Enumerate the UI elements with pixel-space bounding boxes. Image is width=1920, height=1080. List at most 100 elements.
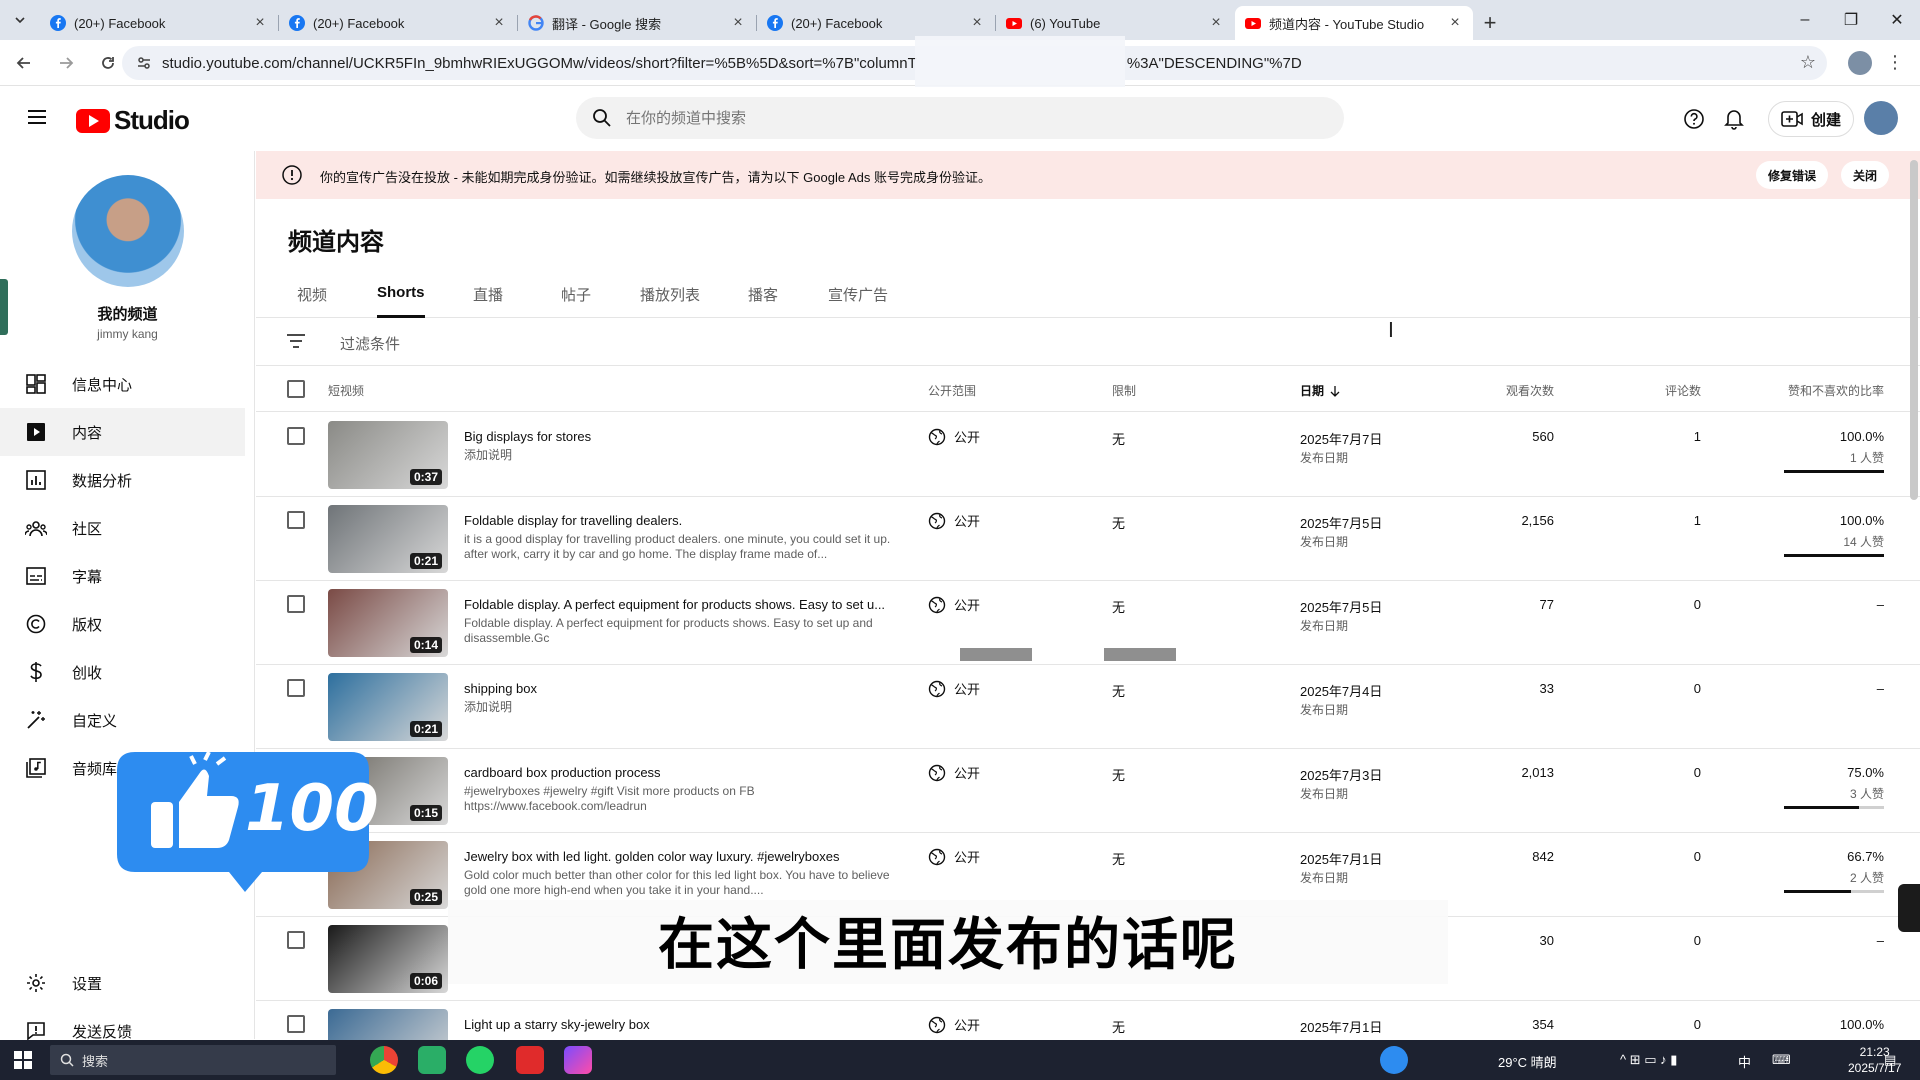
comments-cell[interactable]: 0 [1694, 597, 1701, 612]
menu-icon[interactable] [27, 109, 47, 125]
video-title[interactable]: Jewelry box with led light. golden color… [464, 849, 894, 864]
tray-icons[interactable]: ^ ⊞ ▭ ♪ ▮ [1620, 1052, 1677, 1068]
close-icon[interactable]: × [252, 14, 268, 32]
tab-posts[interactable]: 帖子 [561, 284, 591, 318]
row-checkbox[interactable] [287, 679, 305, 697]
views-cell[interactable]: 77 [1540, 597, 1554, 612]
visibility-cell[interactable]: 公开 [928, 847, 980, 866]
views-cell[interactable]: 33 [1540, 681, 1554, 696]
video-title[interactable]: Foldable display. A perfect equipment fo… [464, 597, 894, 612]
channel-avatar[interactable] [72, 175, 184, 287]
close-icon[interactable]: × [1447, 14, 1463, 32]
sidebar-item-customize[interactable]: 自定义 [0, 696, 245, 744]
video-title[interactable]: Big displays for stores [464, 429, 894, 444]
close-icon[interactable]: × [491, 14, 507, 32]
sidebar-item-subtitles[interactable]: 字幕 [0, 552, 245, 600]
table-row[interactable]: 0:37 Big displays for stores 添加说明 公开 无 2025年7… [256, 413, 1920, 497]
new-tab-button[interactable]: + [1474, 6, 1506, 40]
sidebar-item-copyright[interactable]: 版权 [0, 600, 245, 648]
table-row[interactable]: 0:15 cardboard box production process #jew… [256, 749, 1920, 833]
column-restrictions[interactable]: 限制 [1112, 382, 1136, 399]
close-window-button[interactable]: ✕ [1874, 0, 1920, 40]
ime-indicator[interactable]: 中 [1738, 1052, 1751, 1071]
editor-app-icon[interactable] [564, 1046, 592, 1074]
browser-tab[interactable]: (20+) Facebook × [757, 6, 996, 40]
scrollbar[interactable] [1910, 160, 1918, 500]
close-icon[interactable]: × [969, 14, 985, 32]
row-checkbox[interactable] [287, 1015, 305, 1033]
windows-start-icon[interactable] [14, 1051, 32, 1069]
browser-tab[interactable]: (6) YouTube × [996, 6, 1234, 40]
views-cell[interactable]: 30 [1540, 933, 1554, 948]
visibility-cell[interactable]: 公开 [928, 595, 980, 614]
row-checkbox[interactable] [287, 931, 305, 949]
tab-shorts[interactable]: Shorts [377, 284, 425, 318]
comments-cell[interactable]: 0 [1694, 933, 1701, 948]
notifications-icon[interactable] [1722, 107, 1746, 131]
tab-videos[interactable]: 视频 [297, 284, 327, 318]
channel-search[interactable] [576, 97, 1344, 139]
visibility-cell[interactable]: 公开 [928, 511, 980, 530]
tab-podcasts[interactable]: 播客 [748, 284, 778, 318]
visibility-cell[interactable]: 公开 [928, 679, 980, 698]
views-cell[interactable]: 842 [1532, 849, 1554, 864]
visibility-cell[interactable]: 公开 [928, 1015, 980, 1034]
column-comments[interactable]: 评论数 [1665, 382, 1701, 399]
video-thumbnail[interactable]: 0:06 [328, 925, 448, 993]
views-cell[interactable]: 2,156 [1521, 513, 1554, 528]
visibility-cell[interactable]: 公开 [928, 427, 980, 446]
forward-button[interactable] [48, 45, 84, 81]
account-avatar[interactable] [1864, 101, 1898, 135]
sidebar-item-earn[interactable]: 创收 [0, 648, 245, 696]
table-row[interactable]: 0:21 Foldable display for travelling deal… [256, 497, 1920, 581]
create-button[interactable]: 创建 [1768, 101, 1855, 137]
sidebar-item-dashboard[interactable]: 信息中心 [0, 360, 245, 408]
recorder-icon[interactable] [516, 1046, 544, 1074]
visibility-cell[interactable]: 公开 [928, 763, 980, 782]
comments-cell[interactable]: 0 [1694, 681, 1701, 696]
filter-bar[interactable]: 过滤条件 [256, 318, 1920, 366]
video-title[interactable]: Foldable display for travelling dealers. [464, 513, 894, 528]
comments-cell[interactable]: 0 [1694, 765, 1701, 780]
sidebar-item-community[interactable]: 社区 [0, 504, 245, 552]
keyboard-icon[interactable]: ⌨ [1772, 1052, 1791, 1068]
video-thumbnail[interactable]: 0:21 [328, 673, 448, 741]
fix-error-button[interactable]: 修复错误 [1756, 161, 1829, 189]
minimize-button[interactable]: – [1782, 0, 1828, 40]
column-visibility[interactable]: 公开范围 [928, 382, 976, 399]
column-like-ratio[interactable]: 赞和不喜欢的比率 [1788, 382, 1884, 399]
tab-playlists[interactable]: 播放列表 [640, 284, 700, 318]
views-cell[interactable]: 560 [1532, 429, 1554, 444]
select-all-checkbox[interactable] [287, 380, 305, 398]
video-title[interactable]: shipping box [464, 681, 894, 696]
video-thumbnail[interactable]: 0:14 [328, 589, 448, 657]
sidebar-item-analytics[interactable]: 数据分析 [0, 456, 245, 504]
sidebar-item-content[interactable]: 内容 [0, 408, 245, 456]
browser-tab-active[interactable]: 频道内容 - YouTube Studio × [1235, 6, 1473, 40]
table-row[interactable]: 0:21 shipping box 添加说明 公开 无 2025年7月4日 发布日期 33 0 – [256, 665, 1920, 749]
back-button[interactable] [6, 45, 42, 81]
restore-button[interactable]: ❐ [1828, 0, 1874, 40]
filter-icon[interactable] [286, 332, 306, 350]
sidebar-item-settings[interactable]: 设置 [0, 959, 245, 1007]
tab-promotions[interactable]: 宣传广告 [828, 284, 888, 318]
reload-button[interactable] [90, 45, 126, 81]
views-cell[interactable]: 2,013 [1521, 765, 1554, 780]
comments-cell[interactable]: 0 [1694, 1017, 1701, 1032]
tab-search-button[interactable] [0, 0, 40, 40]
help-icon[interactable] [1682, 107, 1706, 131]
notification-center-icon[interactable]: ▤ [1884, 1052, 1896, 1068]
more-vert-icon[interactable]: ⋮ [1886, 52, 1904, 73]
row-checkbox[interactable] [287, 511, 305, 529]
browser-tab[interactable]: 翻译 - Google 搜索 × [518, 6, 757, 40]
video-title[interactable]: cardboard box production process [464, 765, 894, 780]
browser-tab[interactable]: (20+) Facebook × [40, 6, 279, 40]
whatsapp-icon[interactable] [466, 1046, 494, 1074]
chrome-icon[interactable] [370, 1046, 398, 1074]
search-input[interactable] [626, 109, 1226, 127]
comments-cell[interactable]: 1 [1694, 513, 1701, 528]
close-icon[interactable]: × [730, 14, 746, 32]
close-banner-button[interactable]: 关闭 [1841, 161, 1890, 189]
video-thumbnail[interactable]: 0:21 [328, 505, 448, 573]
studio-logo[interactable]: Studio [76, 105, 190, 136]
